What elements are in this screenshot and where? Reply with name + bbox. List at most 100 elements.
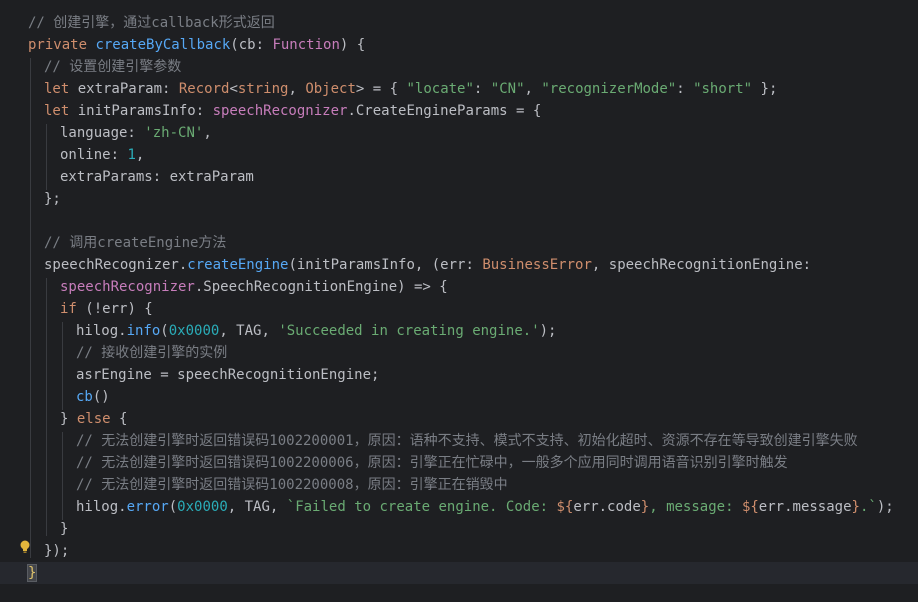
code-token: "CN" — [490, 81, 525, 97]
code-token: } — [640, 499, 650, 515]
code-token: }; — [44, 191, 61, 207]
code-line[interactable]: speechRecognizer.createEngine(initParams… — [0, 254, 918, 276]
code-line[interactable]: // 调用createEngine方法 — [0, 232, 918, 254]
code-token: cb — [76, 389, 93, 405]
code-token: ); — [539, 323, 557, 339]
code-token: initParamsInfo: — [77, 103, 213, 119]
code-token: () — [92, 389, 110, 405]
code-token: let — [44, 81, 78, 97]
code-line[interactable]: }); — [0, 540, 918, 562]
code-token: 'zh-CN' — [144, 125, 204, 141]
code-line[interactable]: // 无法创建引擎时返回错误码1002200008，原因：引擎正在销毁中 — [0, 474, 918, 496]
code-token: ) { — [339, 37, 366, 53]
code-token: speechRecognizer. — [44, 257, 188, 273]
code-token: }); — [44, 543, 70, 559]
code-text: speechRecognizer.SpeechRecognitionEngine… — [60, 276, 448, 298]
code-line[interactable]: let initParamsInfo: speechRecognizer.Cre… — [0, 100, 918, 122]
code-text: } else { — [60, 408, 127, 430]
code-line[interactable]: // 设置创建引擎参数 — [0, 56, 918, 78]
code-editor[interactable]: // 创建引擎，通过callback形式返回 private createByCa… — [0, 0, 918, 602]
code-token: , TAG, — [227, 499, 287, 515]
code-line[interactable]: hilog.info(0x0000, TAG, 'Succeeded in cr… — [0, 320, 918, 342]
code-line[interactable]: // 创建引擎，通过callback形式返回 — [0, 12, 918, 34]
code-token: Function — [272, 37, 340, 53]
code-text: }); — [44, 540, 69, 562]
code-token: , — [203, 125, 212, 141]
code-line[interactable]: speechRecognizer.SpeechRecognitionEngine… — [0, 276, 918, 298]
lightbulb-icon[interactable] — [19, 540, 31, 554]
code-token: , — [524, 81, 542, 97]
code-token: } — [26, 564, 38, 582]
code-token: : — [676, 81, 694, 97]
code-token: (cb: — [230, 37, 273, 53]
code-token: info — [126, 323, 161, 339]
code-line[interactable] — [0, 210, 918, 232]
code-token: `Failed to create engine. Code: — [286, 499, 557, 515]
code-token: ${ — [556, 499, 574, 515]
code-token: extraParams: extraParam — [60, 169, 254, 185]
code-token: } — [851, 499, 860, 515]
code-text: if (!err) { — [60, 298, 153, 320]
code-text: }; — [44, 188, 61, 210]
code-token: } — [60, 411, 77, 427]
code-line[interactable]: } else { — [0, 408, 918, 430]
code-text: extraParams: extraParam — [60, 166, 254, 188]
code-token: string — [237, 81, 289, 97]
code-line[interactable]: } — [0, 562, 918, 584]
code-token: hilog. — [76, 323, 127, 339]
code-line[interactable]: let extraParam: Record<string, Object> =… — [0, 78, 918, 100]
code-token: .CreateEngineParams = { — [347, 103, 542, 119]
code-text: } — [26, 562, 38, 584]
code-token: "locate" — [406, 81, 474, 97]
code-token: error — [126, 499, 169, 515]
code-text: language: 'zh-CN', — [60, 122, 212, 144]
code-line[interactable]: private createByCallback(cb: Function) { — [0, 34, 918, 56]
code-token: .SpeechRecognitionEngine) => { — [194, 279, 448, 295]
code-token: Object — [305, 81, 356, 97]
code-text: private createByCallback(cb: Function) { — [28, 34, 365, 56]
code-line[interactable]: // 无法创建引擎时返回错误码1002200001，原因：语种不支持、模式不支持… — [0, 430, 918, 452]
code-line[interactable]: language: 'zh-CN', — [0, 122, 918, 144]
code-token: createByCallback — [95, 37, 231, 53]
code-line[interactable]: }; — [0, 188, 918, 210]
code-token: ${ — [741, 499, 759, 515]
code-text: hilog.info(0x0000, TAG, 'Succeeded in cr… — [76, 320, 556, 342]
code-line[interactable]: // 接收创建引擎的实例 — [0, 342, 918, 364]
code-token: .` — [859, 499, 877, 515]
code-token: , — [135, 147, 145, 163]
code-line[interactable]: // 无法创建引擎时返回错误码1002200006，原因：引擎正在忙碌中，一般多… — [0, 452, 918, 474]
code-token: 0x0000 — [177, 499, 228, 515]
code-text: let initParamsInfo: speechRecognizer.Cre… — [44, 100, 541, 122]
code-text: } — [60, 518, 68, 540]
code-token: < — [229, 81, 238, 97]
code-token: hilog. — [76, 499, 127, 515]
code-text: // 接收创建引擎的实例 — [76, 342, 227, 364]
code-token: language: — [60, 125, 145, 141]
code-token: // 无法创建引擎时返回错误码1002200006，原因：引擎正在忙碌中，一般多… — [76, 455, 788, 471]
code-token: speechRecognizer — [212, 103, 348, 119]
code-line[interactable]: } — [0, 518, 918, 540]
code-token: , TAG, — [219, 323, 279, 339]
code-token: extraParam: — [77, 81, 179, 97]
code-token: Record — [178, 81, 230, 97]
code-token: }; — [752, 81, 778, 97]
code-line[interactable]: online: 1, — [0, 144, 918, 166]
code-text: speechRecognizer.createEngine(initParams… — [44, 254, 811, 276]
code-text: let extraParam: Record<string, Object> =… — [44, 78, 777, 100]
code-token: { — [119, 411, 128, 427]
code-text: hilog.error(0x0000, TAG, `Failed to crea… — [76, 496, 894, 518]
code-line[interactable]: extraParams: extraParam — [0, 166, 918, 188]
code-line[interactable]: if (!err) { — [0, 298, 918, 320]
code-text: asrEngine = speechRecognitionEngine; — [76, 364, 379, 386]
code-token: // 设置创建引擎参数 — [44, 59, 182, 75]
code-token: 1 — [127, 147, 136, 163]
code-token: ( — [168, 499, 178, 515]
code-text: cb() — [76, 386, 110, 408]
code-line[interactable]: cb() — [0, 386, 918, 408]
code-line[interactable]: hilog.error(0x0000, TAG, `Failed to crea… — [0, 496, 918, 518]
code-line[interactable]: asrEngine = speechRecognitionEngine; — [0, 364, 918, 386]
code-token: // 创建引擎，通过callback形式返回 — [28, 15, 275, 31]
code-token: let — [44, 103, 78, 119]
code-token: err.message — [758, 499, 852, 515]
code-token: // 接收创建引擎的实例 — [76, 345, 228, 361]
